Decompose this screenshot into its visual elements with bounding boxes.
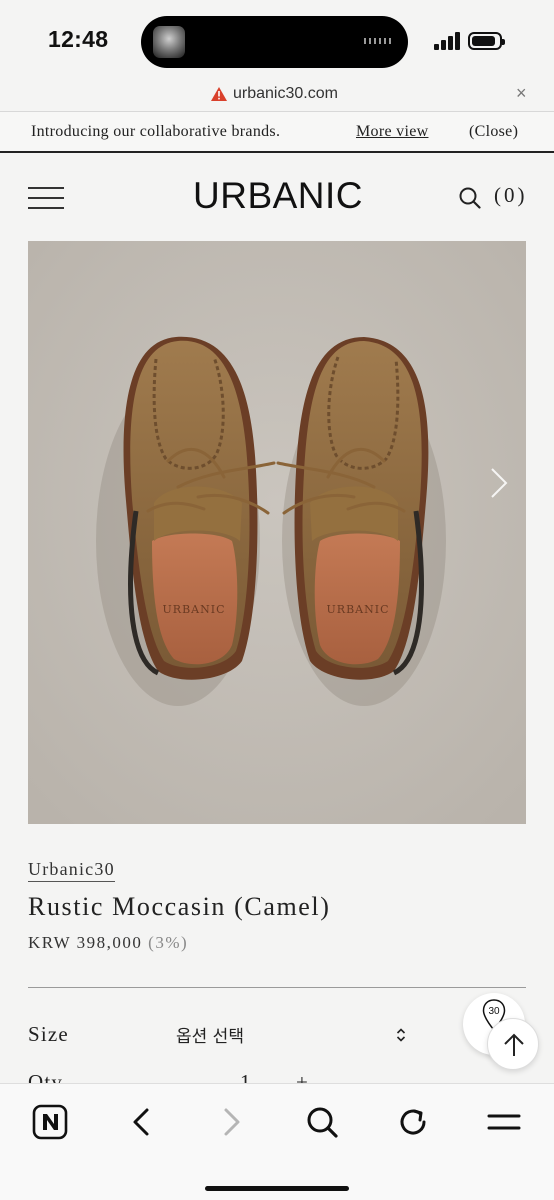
moccasin-illustration: URBANIC URBANIC bbox=[28, 241, 526, 824]
next-image-chevron-icon[interactable] bbox=[486, 466, 510, 500]
warning-icon bbox=[211, 87, 227, 101]
badge-text: 30 bbox=[488, 1006, 500, 1017]
naver-home-icon[interactable] bbox=[31, 1102, 71, 1142]
size-select[interactable]: 옵션 선택 bbox=[176, 1022, 412, 1050]
search-icon[interactable] bbox=[459, 187, 481, 209]
home-indicator bbox=[205, 1186, 349, 1191]
scroll-to-top-button[interactable] bbox=[487, 1018, 539, 1070]
close-icon[interactable]: × bbox=[516, 83, 527, 104]
announcement-bar: Introducing our collaborative brands. Mo… bbox=[0, 111, 554, 153]
battery-icon bbox=[468, 32, 505, 50]
back-icon[interactable] bbox=[121, 1102, 161, 1142]
audio-waveform-icon bbox=[364, 38, 392, 44]
arrow-up-icon bbox=[504, 1033, 524, 1056]
divider bbox=[28, 987, 526, 988]
url-bar[interactable]: urbanic30.com × bbox=[0, 80, 554, 110]
forward-icon[interactable] bbox=[212, 1102, 252, 1142]
chevron-updown-icon bbox=[396, 1028, 406, 1042]
announcement-text: Introducing our collaborative brands. bbox=[31, 123, 281, 140]
url-text[interactable]: urbanic30.com bbox=[233, 85, 338, 103]
price-value: KRW 398,000 bbox=[28, 933, 143, 952]
size-label: Size bbox=[28, 1022, 69, 1046]
product-image[interactable]: URBANIC URBANIC bbox=[28, 241, 526, 824]
qty-increase-button[interactable]: + bbox=[296, 1070, 308, 1084]
cart-count[interactable]: (0) bbox=[494, 183, 528, 208]
site-logo[interactable]: URBANIC bbox=[193, 175, 363, 217]
qty-label: Qty bbox=[28, 1070, 64, 1084]
dynamic-island bbox=[141, 16, 408, 68]
now-playing-artwork-icon bbox=[153, 26, 185, 58]
more-view-link[interactable]: More view bbox=[356, 123, 428, 141]
close-announcement-button[interactable]: (Close) bbox=[469, 123, 518, 141]
size-select-value: 옵션 선택 bbox=[176, 1027, 244, 1047]
qty-value[interactable]: 1 bbox=[240, 1070, 251, 1084]
cellular-signal-icon bbox=[434, 32, 462, 50]
product-title: Rustic Moccasin (Camel) bbox=[28, 892, 331, 921]
search-icon[interactable] bbox=[302, 1102, 342, 1142]
product-price: KRW 398,000 (3%) bbox=[28, 933, 188, 953]
discount-rate: (3%) bbox=[148, 933, 189, 952]
hamburger-menu-icon[interactable] bbox=[28, 187, 64, 209]
reload-icon[interactable] bbox=[393, 1102, 433, 1142]
menu-icon[interactable] bbox=[484, 1102, 524, 1142]
brand-link[interactable]: Urbanic30 bbox=[28, 859, 115, 882]
site-header: URBANIC (0) bbox=[0, 155, 554, 239]
svg-text:URBANIC: URBANIC bbox=[327, 603, 390, 616]
svg-text:URBANIC: URBANIC bbox=[163, 603, 226, 616]
status-bar: 12:48 bbox=[0, 0, 554, 80]
browser-toolbar bbox=[0, 1083, 554, 1200]
status-time: 12:48 bbox=[48, 26, 109, 52]
